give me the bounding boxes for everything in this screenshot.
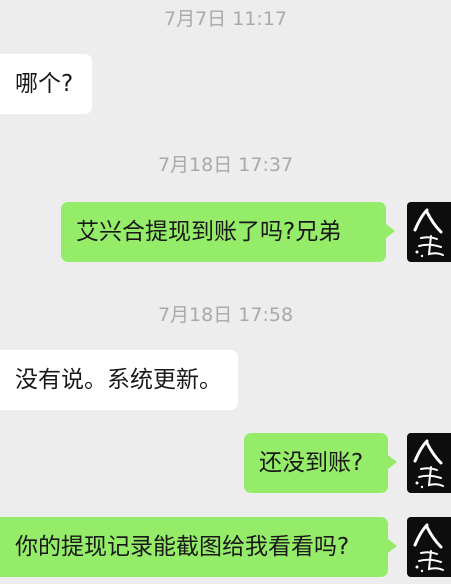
timestamp: 7月18日 17:37 <box>157 154 294 176</box>
calligraphy-avatar-icon <box>413 208 444 258</box>
message-bubble-outgoing[interactable]: 你的提现记录能截图给我看看吗? <box>0 517 397 577</box>
calligraphy-avatar-icon <box>413 439 444 489</box>
message-bubble-incoming[interactable]: 没有说。系统更新。 <box>0 350 238 410</box>
avatar[interactable] <box>407 433 451 493</box>
avatar[interactable] <box>407 517 451 577</box>
timestamp: 7月7日 11:17 <box>164 8 287 30</box>
message-bubble-incoming[interactable]: 哪个? <box>0 54 92 114</box>
avatar[interactable] <box>407 202 451 262</box>
calligraphy-avatar-icon <box>413 523 444 573</box>
message-bubble-outgoing[interactable]: 还没到账? <box>244 433 397 493</box>
timestamp: 7月18日 17:58 <box>157 304 294 326</box>
message-bubble-outgoing[interactable]: 艾兴合提现到账了吗?兄弟 <box>61 202 395 262</box>
